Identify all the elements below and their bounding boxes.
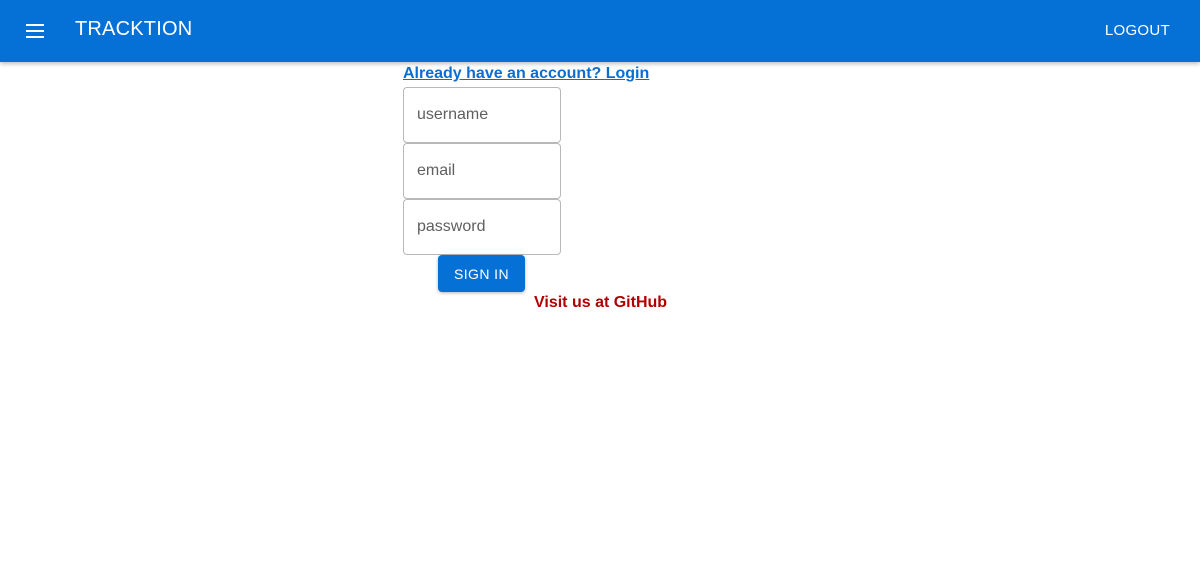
logout-button[interactable]: LOGOUT: [1105, 22, 1170, 39]
password-input[interactable]: [403, 199, 561, 255]
menu-line: [26, 36, 44, 38]
username-input[interactable]: [403, 87, 561, 143]
sign-in-button[interactable]: SIGN IN: [438, 255, 525, 292]
login-link[interactable]: Already have an account? Login: [403, 65, 649, 83]
app-bar: TRACKTION LOGOUT: [0, 0, 1200, 62]
app-title: TRACKTION: [75, 18, 193, 40]
menu-line: [26, 30, 44, 32]
email-input[interactable]: [403, 143, 561, 199]
menu-line: [26, 24, 44, 26]
hamburger-menu-icon[interactable]: [18, 16, 52, 46]
github-link[interactable]: Visit us at GitHub: [534, 294, 667, 312]
